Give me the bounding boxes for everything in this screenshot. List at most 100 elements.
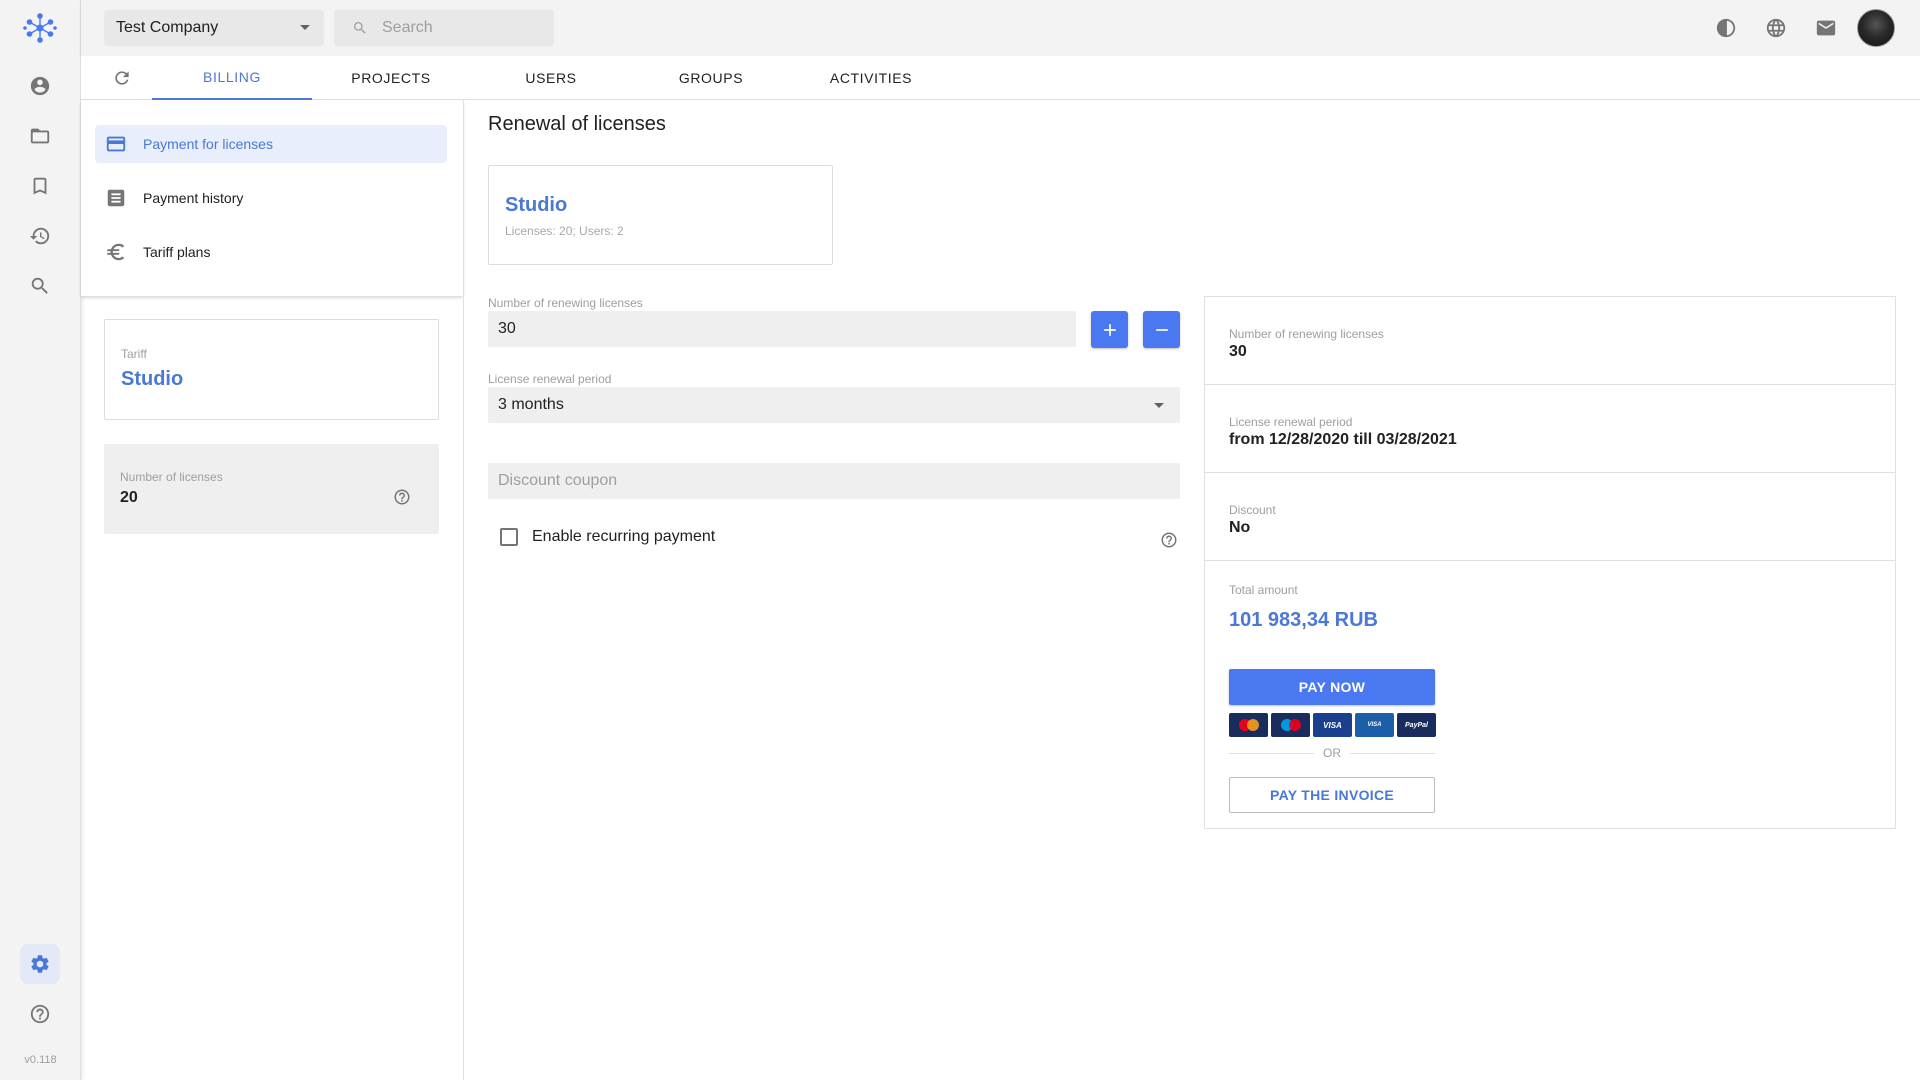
- profile-nav-button[interactable]: [20, 66, 60, 106]
- bookmarks-nav-button[interactable]: [20, 166, 60, 206]
- app-version: v0.118: [24, 1054, 57, 1066]
- account-circle-icon: [30, 76, 50, 96]
- tab-projects[interactable]: PROJECTS: [311, 56, 471, 100]
- recurring-payment-checkbox[interactable]: [500, 528, 518, 546]
- decrease-licenses-button[interactable]: [1143, 311, 1180, 348]
- contrast-icon: [1716, 18, 1736, 38]
- tab-bar: BILLING PROJECTS USERS GROUPS ACTIVITIES: [81, 56, 1920, 100]
- refresh-button[interactable]: [111, 67, 133, 89]
- or-text: OR: [1323, 746, 1341, 760]
- receipt-list-icon: [107, 189, 125, 207]
- total-amount-label: Total amount: [1229, 583, 1298, 597]
- summary-discount-value: No: [1229, 519, 1251, 536]
- paypal-logo-icon: PayPal: [1397, 713, 1436, 737]
- top-bar: Test Company: [81, 0, 1920, 56]
- summary-renewing-value: 30: [1229, 343, 1247, 360]
- euro-icon: [106, 243, 125, 261]
- renewal-period-value: 3 months: [498, 396, 564, 413]
- globe-icon: [1766, 18, 1786, 38]
- renewal-period-select[interactable]: 3 months: [488, 387, 1180, 423]
- chevron-down-icon: [300, 25, 310, 30]
- messages-button[interactable]: [1812, 14, 1840, 42]
- summary-period-row: License renewal period from 12/28/2020 t…: [1205, 385, 1895, 473]
- page-title: Renewal of licenses: [488, 113, 666, 135]
- search-input[interactable]: [382, 19, 542, 37]
- credit-card-icon: [106, 136, 126, 152]
- licenses-label: Number of licenses: [120, 470, 223, 484]
- summary-discount-row: Discount No: [1205, 473, 1895, 561]
- visa-electron-logo-icon: VISA: [1355, 713, 1394, 737]
- tab-billing[interactable]: BILLING: [152, 56, 312, 100]
- summary-renewing-row: Number of renewing licenses 30: [1205, 297, 1895, 385]
- folder-icon: [30, 128, 50, 144]
- search-box[interactable]: [334, 10, 554, 46]
- maestro-logo-icon: [1271, 713, 1310, 737]
- increase-licenses-button[interactable]: [1091, 311, 1128, 348]
- visa-logo-icon: VISA: [1313, 713, 1352, 737]
- avatar[interactable]: [1857, 9, 1895, 47]
- search-icon: [31, 277, 48, 294]
- plan-card[interactable]: Studio Licenses: 20; Users: 2: [488, 165, 833, 265]
- company-select[interactable]: Test Company: [104, 10, 324, 46]
- summary-period-value: from 12/28/2020 till 03/28/2021: [1229, 431, 1457, 448]
- refresh-icon: [115, 71, 129, 85]
- menu-item-payment-history[interactable]: Payment history: [95, 179, 447, 217]
- summary-renewing-label: Number of renewing licenses: [1229, 327, 1384, 341]
- payment-cards: VISA VISA PayPal: [1229, 713, 1436, 737]
- recurring-help-icon[interactable]: [1160, 531, 1178, 554]
- history-nav-button[interactable]: [20, 216, 60, 256]
- help-circle-icon: [30, 1004, 50, 1024]
- chevron-down-icon: [1154, 403, 1164, 408]
- tab-activities[interactable]: ACTIVITIES: [791, 56, 951, 100]
- recurring-payment-label: Enable recurring payment: [532, 528, 716, 545]
- licenses-count-box: Number of licenses 20: [104, 444, 439, 534]
- total-amount-value: 101 983,34 RUB: [1229, 609, 1378, 631]
- menu-item-payment-for-licenses[interactable]: Payment for licenses: [95, 125, 447, 163]
- renewing-licenses-field[interactable]: [488, 311, 1076, 347]
- tariff-card: Tariff Studio: [104, 319, 439, 420]
- renewing-licenses-input[interactable]: [498, 320, 1076, 338]
- pay-invoice-button[interactable]: PAY THE INVOICE: [1229, 777, 1435, 813]
- menu-item-label: Tariff plans: [143, 244, 211, 260]
- renewing-licenses-label: Number of renewing licenses: [488, 296, 643, 310]
- plus-icon: [1103, 323, 1116, 336]
- left-rail: v0.118: [0, 0, 81, 1080]
- minus-icon: [1155, 328, 1168, 331]
- plan-name: Studio: [505, 194, 568, 216]
- licenses-help-icon[interactable]: [393, 488, 411, 511]
- menu-item-tariff-plans[interactable]: Tariff plans: [95, 233, 447, 271]
- settings-nav-button[interactable]: [20, 944, 60, 984]
- billing-menu: Payment for licenses Payment history Tar…: [81, 100, 463, 296]
- tab-users[interactable]: USERS: [471, 56, 631, 100]
- app-logo-icon[interactable]: [22, 10, 58, 46]
- tariff-name: Studio: [121, 368, 184, 390]
- mastercard-logo-icon: [1229, 713, 1268, 737]
- help-nav-button[interactable]: [20, 994, 60, 1034]
- language-button[interactable]: [1762, 14, 1790, 42]
- company-select-value: Test Company: [116, 19, 219, 36]
- summary-period-label: License renewal period: [1229, 415, 1353, 429]
- mail-icon: [1816, 20, 1836, 36]
- or-separator: OR: [1229, 745, 1435, 761]
- bookmark-icon: [33, 177, 47, 195]
- menu-item-label: Payment history: [143, 190, 244, 206]
- menu-item-label: Payment for licenses: [143, 136, 273, 152]
- licenses-value: 20: [120, 489, 138, 506]
- recurring-payment-row[interactable]: Enable recurring payment: [500, 528, 715, 546]
- discount-coupon-input[interactable]: [498, 472, 1180, 490]
- tab-groups[interactable]: GROUPS: [631, 56, 791, 100]
- projects-nav-button[interactable]: [20, 116, 60, 156]
- plan-meta: Licenses: 20; Users: 2: [505, 224, 624, 238]
- history-icon: [29, 227, 50, 245]
- search-nav-button[interactable]: [20, 266, 60, 306]
- search-icon: [354, 22, 366, 34]
- theme-toggle-button[interactable]: [1712, 14, 1740, 42]
- gear-icon: [31, 955, 49, 973]
- discount-coupon-field[interactable]: [488, 463, 1180, 499]
- order-summary: Number of renewing licenses 30 License r…: [1204, 296, 1896, 829]
- summary-discount-label: Discount: [1229, 503, 1276, 517]
- pay-now-button[interactable]: PAY NOW: [1229, 669, 1435, 705]
- tariff-label: Tariff: [121, 347, 147, 361]
- renewal-period-label: License renewal period: [488, 372, 612, 386]
- panel-divider: [463, 100, 464, 1080]
